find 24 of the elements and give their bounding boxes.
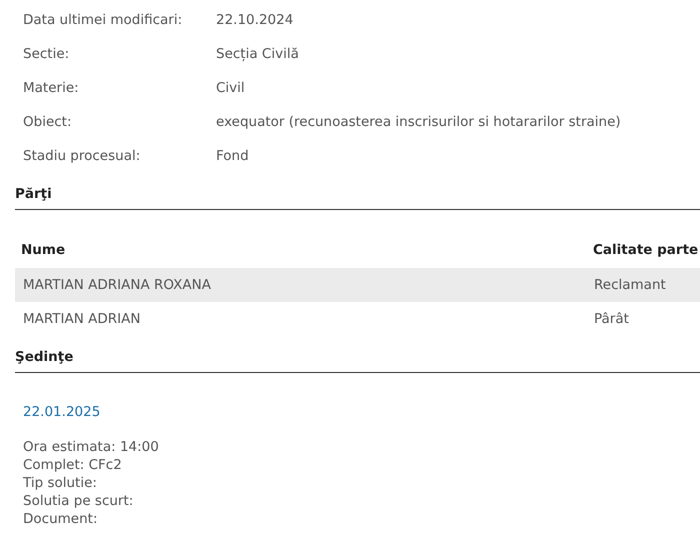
hearing-detail: Complet: CFc2 — [23, 456, 122, 474]
field-label: Data ultimei modificari: — [22, 10, 184, 30]
hearing-detail: Document: — [23, 510, 98, 528]
hearing-detail: Solutia pe scurt: — [23, 492, 134, 510]
table-cell-text: Reclamant — [593, 276, 667, 295]
field-value: exequator (recunoasterea inscrisurilor si hotararilor straine) — [216, 112, 621, 132]
table-cell-text: Pârât — [593, 310, 630, 329]
field-value: Civil — [216, 78, 245, 98]
column-header: Nume — [20, 240, 66, 260]
field-value: Secția Civilă — [216, 44, 299, 64]
field-value: 22.10.2024 — [216, 10, 294, 30]
hearing-detail: Ora estimata: 14:00 — [23, 438, 159, 456]
table-cell-text: MARTIAN ADRIANA ROXANA — [22, 276, 212, 295]
section-heading: Părţi — [15, 186, 52, 202]
field-value: Fond — [216, 146, 249, 166]
field-label: Materie: — [22, 78, 80, 98]
field-label: Obiect: — [22, 112, 73, 132]
field-label: Sectie: — [22, 44, 70, 64]
field-label: Stadiu procesual: — [22, 146, 142, 166]
section-heading: Şedinţe — [15, 349, 74, 365]
hearing-detail: Tip solutie: — [23, 474, 97, 492]
hearing-date: 22.01.2025 — [23, 403, 100, 422]
column-header: Calitate parte — [593, 240, 700, 260]
table-cell-text: MARTIAN ADRIAN — [22, 310, 142, 329]
